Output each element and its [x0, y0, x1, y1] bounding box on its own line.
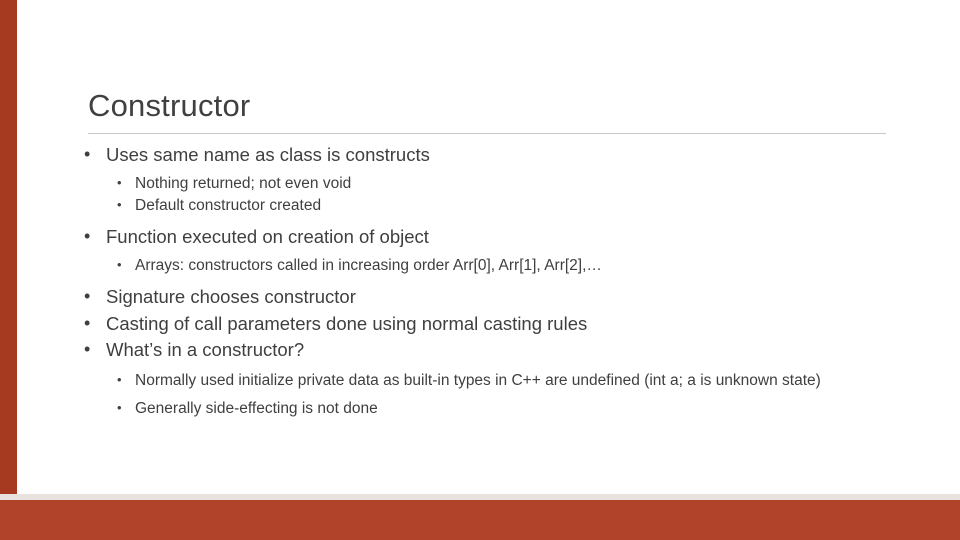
list-item-label: Normally used initialize private data as…	[135, 372, 821, 390]
list-item: • What’s in a constructor?	[84, 338, 894, 362]
bullet-marker-icon: •	[117, 372, 122, 388]
bullet-marker-icon: •	[84, 225, 91, 246]
bullet-marker-icon: •	[117, 257, 122, 273]
bullet-marker-icon: •	[84, 312, 91, 333]
list-item-label: Nothing returned; not even void	[135, 175, 352, 193]
title-divider	[88, 133, 886, 134]
footer-bar	[0, 500, 960, 540]
bullet-marker-icon: •	[84, 339, 91, 360]
bullet-marker-icon: •	[84, 144, 91, 164]
list-item: • Generally side-effecting is not done	[84, 399, 894, 419]
list-item: • Function executed on creation of objec…	[84, 225, 894, 249]
list-item-label: Uses same name as class is constructs	[106, 144, 430, 165]
bullet-marker-icon: •	[117, 196, 122, 212]
slide: Constructor • Uses same name as class is…	[0, 0, 960, 540]
list-item: • Default constructor created	[84, 196, 894, 216]
list-item: • Signature chooses constructor	[84, 285, 894, 309]
list-item-label: Generally side-effecting is not done	[135, 399, 378, 417]
list-item: • Arrays: constructors called in increas…	[84, 256, 894, 276]
list-item: • Normally used initialize private data …	[84, 371, 894, 391]
list-item-label: Signature chooses constructor	[106, 286, 356, 308]
bullet-marker-icon: •	[117, 175, 122, 191]
list-item: • Uses same name as class is constructs	[84, 143, 894, 167]
list-item-label: Arrays: constructors called in increasin…	[135, 257, 602, 275]
page-title: Constructor	[88, 88, 251, 123]
list-item: • Casting of call parameters done using …	[84, 312, 894, 336]
bullet-marker-icon: •	[84, 286, 91, 307]
list-item-label: What’s in a constructor?	[106, 339, 305, 361]
slide-body: • Uses same name as class is constructs …	[84, 143, 894, 420]
list-item-label: Casting of call parameters done using no…	[106, 312, 588, 334]
left-edge-decoration	[0, 0, 18, 540]
list-item-label: Default constructor created	[135, 196, 322, 214]
left-edge-accent-bar	[0, 0, 17, 540]
bullet-marker-icon: •	[117, 399, 122, 415]
list-item: • Nothing returned; not even void	[84, 174, 894, 194]
list-item-label: Function executed on creation of object	[106, 225, 429, 247]
